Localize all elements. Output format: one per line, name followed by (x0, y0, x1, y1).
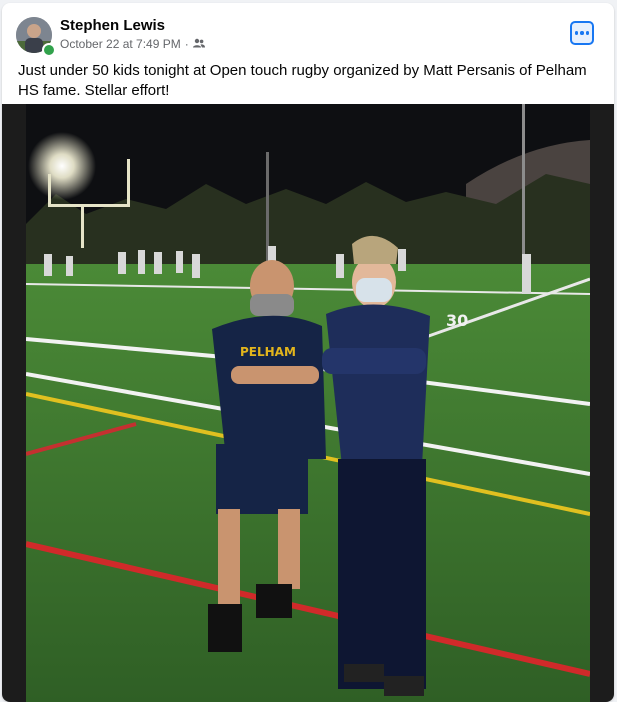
more-options-icon[interactable] (570, 21, 594, 45)
field-number: 30 (446, 311, 468, 330)
online-status-dot (42, 43, 56, 57)
friends-icon (192, 37, 205, 51)
meta-separator: · (184, 37, 189, 51)
author-name[interactable]: Stephen Lewis (60, 17, 165, 34)
post-meta: October 22 at 7:49 PM · (60, 37, 205, 51)
post-photo[interactable]: 30 PELHAM (26, 104, 590, 702)
post-header: Stephen Lewis October 22 at 7:49 PM · (16, 15, 600, 59)
photo-frame: 30 PELHAM (2, 104, 614, 702)
post-timestamp[interactable]: October 22 at 7:49 PM (60, 37, 181, 51)
jersey-text: PELHAM (240, 345, 296, 359)
post-card: Stephen Lewis October 22 at 7:49 PM · Ju… (2, 3, 614, 702)
post-text: Just under 50 kids tonight at Open touch… (18, 62, 587, 99)
